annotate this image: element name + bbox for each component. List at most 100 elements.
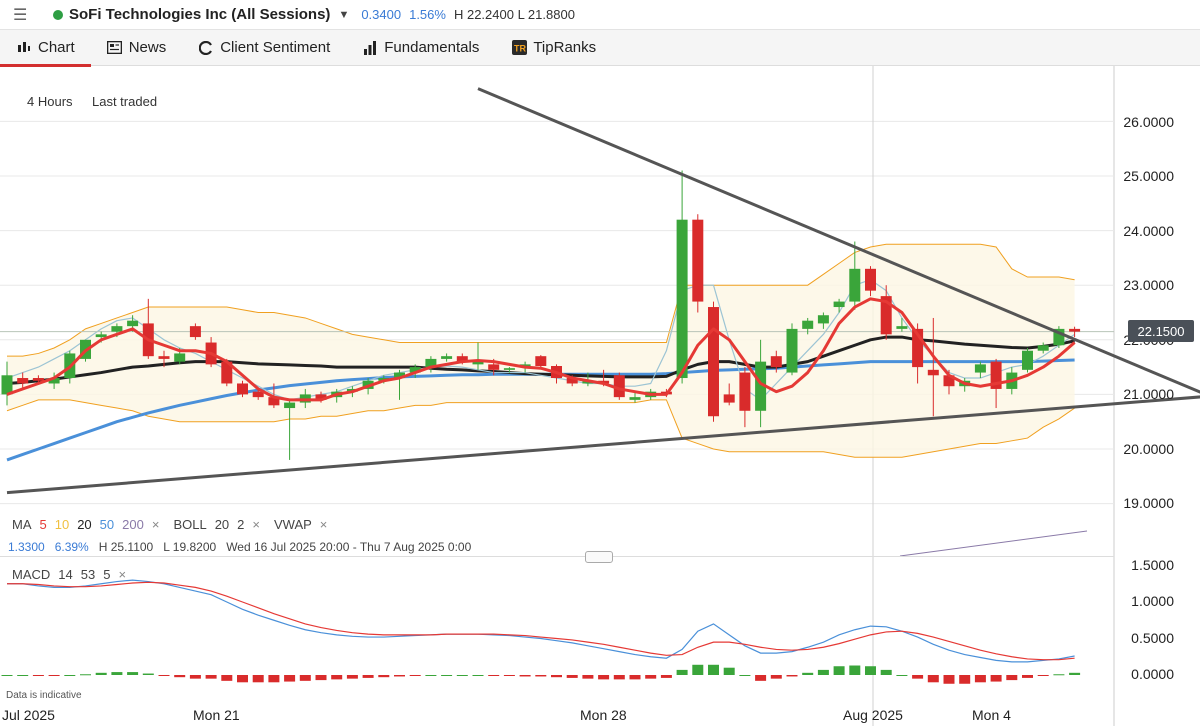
remove-macd-icon[interactable]: × <box>118 567 126 582</box>
macd-histogram-bar <box>865 666 876 675</box>
candle-body <box>503 368 515 370</box>
y-axis-label: 21.0000 <box>1123 386 1174 402</box>
macd-histogram-bar <box>739 675 751 676</box>
candle-body <box>849 268 861 302</box>
macd-histogram-bar <box>535 675 547 677</box>
macd-histogram-bar <box>488 675 500 676</box>
macd-histogram-bar <box>299 675 311 681</box>
candle-body <box>833 301 845 308</box>
macd-histogram-bar <box>613 675 625 680</box>
tab-news[interactable]: News <box>91 30 183 66</box>
pane-resize-handle[interactable] <box>585 551 613 563</box>
indicator-legend: MA 5 10 20 50 200 × BOLL 20 2 × VWAP × <box>12 517 327 532</box>
x-axis-label: Mon 21 <box>193 707 240 723</box>
tab-label: Fundamentals <box>384 39 480 56</box>
macd-histogram-bar <box>833 666 845 675</box>
candle-body <box>189 326 201 338</box>
macd-histogram-bar <box>849 665 861 675</box>
candle-body <box>441 356 453 359</box>
candle-body <box>817 315 829 324</box>
hamburger-menu-icon[interactable]: ☰ <box>13 5 37 25</box>
candle-body <box>927 369 939 376</box>
tab-label: Client Sentiment <box>220 39 331 56</box>
macd-histogram-bar <box>331 675 343 680</box>
macd-histogram-bar <box>786 675 798 677</box>
tipranks-logo-icon: TR <box>511 40 527 56</box>
candle-body <box>1069 328 1081 332</box>
macd-histogram-bar <box>927 675 939 683</box>
tab-tipranks[interactable]: TR TipRanks <box>495 30 612 66</box>
candle-body <box>111 326 123 332</box>
candle-body <box>692 219 704 302</box>
tab-client-sentiment[interactable]: Client Sentiment <box>182 30 346 66</box>
macd-histogram-bar <box>770 675 782 679</box>
candle-body <box>974 364 986 373</box>
macd-histogram-bar <box>598 675 610 680</box>
remove-ma-icon[interactable]: × <box>152 517 160 532</box>
candle-body <box>17 378 29 384</box>
range-info: 1.3300 6.39% H 25.1100 L 19.8200 Wed 16 … <box>8 540 471 554</box>
macd-histogram-bar <box>723 667 735 675</box>
candle-body <box>896 326 908 329</box>
macd-histogram-bar <box>95 672 107 675</box>
macd-histogram-bar <box>676 669 688 675</box>
macd-histogram-bar <box>582 675 594 679</box>
macd-histogram-bar <box>378 675 390 678</box>
macd-histogram-bar <box>551 675 562 678</box>
range-high: H 25.1100 <box>98 540 154 554</box>
candle-body <box>865 268 876 291</box>
macd-histogram-bar <box>189 675 201 679</box>
macd-signal: 5 <box>103 567 111 582</box>
candle-chart-icon <box>16 40 32 56</box>
candle-body <box>708 307 719 417</box>
newspaper-icon <box>107 40 123 56</box>
tab-label: News <box>128 39 167 56</box>
macd-slow: 53 <box>80 567 96 582</box>
macd-histogram-bar <box>127 672 139 675</box>
macd-axis-label: 0.5000 <box>1131 630 1174 646</box>
macd-histogram-bar <box>503 675 515 676</box>
y-axis-label: 25.0000 <box>1123 168 1174 184</box>
macd-histogram-bar <box>394 675 405 677</box>
remove-boll-icon[interactable]: × <box>252 517 260 532</box>
candle-body <box>158 356 170 359</box>
candle-body <box>95 334 107 338</box>
macd-histogram-bar <box>755 675 767 681</box>
vwap-label[interactable]: VWAP <box>274 517 312 532</box>
tab-fundamentals[interactable]: Fundamentals <box>346 30 495 66</box>
macd-axis-label: 1.0000 <box>1131 593 1174 609</box>
macd-histogram-bar <box>943 675 955 684</box>
svg-text:TR: TR <box>514 44 526 54</box>
macd-label[interactable]: MACD <box>12 567 50 582</box>
macd-histogram-bar <box>1006 675 1018 681</box>
y-axis-label: 19.0000 <box>1123 495 1174 511</box>
boll-period: 20 <box>214 517 230 532</box>
macd-histogram-bar <box>519 675 531 677</box>
remove-vwap-icon[interactable]: × <box>320 517 328 532</box>
pane-divider <box>0 556 1114 557</box>
macd-histogram-bar <box>174 675 186 678</box>
instrument-name[interactable]: SoFi Technologies Inc (All Sessions) <box>69 6 330 23</box>
ma20-label: 20 <box>77 517 92 532</box>
candle-body <box>1022 350 1033 370</box>
boll-deviation: 2 <box>237 517 245 532</box>
macd-histogram-bar <box>346 675 358 679</box>
y-axis-label: 20.0000 <box>1123 441 1174 457</box>
tab-chart[interactable]: Chart <box>0 30 91 67</box>
ma-label[interactable]: MA <box>12 517 32 532</box>
price-chart[interactable] <box>0 66 1200 726</box>
bar-chart-icon <box>362 40 378 56</box>
x-axis-label: Aug 2025 <box>843 707 903 723</box>
macd-histogram-bar <box>142 673 154 675</box>
ma200-label: 200 <box>122 517 144 532</box>
macd-histogram-bar <box>660 675 672 678</box>
range-low: L 19.8200 <box>163 540 217 554</box>
macd-histogram-bar <box>802 672 814 675</box>
macd-histogram-bar <box>158 675 170 676</box>
macd-histogram-bar <box>1069 672 1081 675</box>
macd-histogram-bar <box>221 675 233 681</box>
chevron-down-icon[interactable]: ▼ <box>338 9 349 21</box>
macd-histogram-bar <box>990 675 1002 682</box>
candle-body <box>723 394 735 403</box>
boll-label[interactable]: BOLL <box>173 517 206 532</box>
